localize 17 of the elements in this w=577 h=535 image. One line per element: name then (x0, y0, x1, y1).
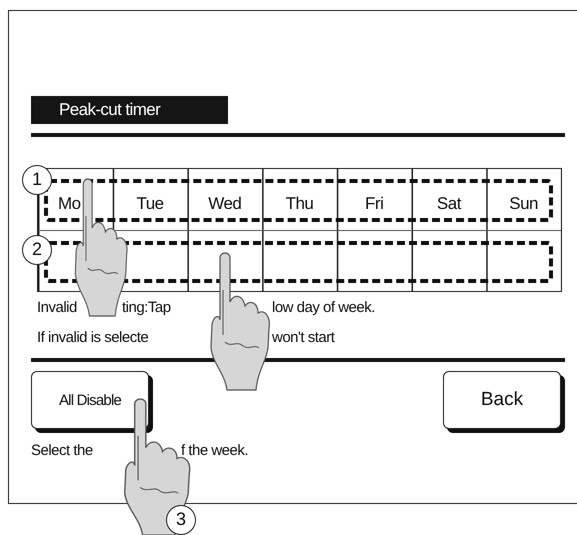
note-text: won't start (272, 328, 334, 346)
day-cell[interactable]: Fri (336, 169, 412, 230)
step-number: 2 (22, 235, 52, 265)
hint-text: f the week. (181, 442, 248, 458)
screen-title: Peak-cut timer (31, 96, 228, 124)
step-number: 1 (22, 165, 52, 195)
hint-text: Select the (31, 442, 93, 458)
day-cell[interactable]: Tue (112, 169, 188, 230)
day-cell[interactable]: Wed (187, 169, 262, 230)
day-cell[interactable]: Thu (262, 169, 337, 230)
day-cell[interactable]: Sun (486, 169, 561, 230)
note-text: ting:Tap (122, 298, 171, 316)
step-number: 3 (166, 505, 196, 535)
note-text: If invalid is selecte (37, 328, 148, 346)
note-text: low day of week. (272, 298, 375, 316)
note-text: Invalid (37, 298, 77, 316)
day-cell[interactable]: Sat (412, 169, 486, 230)
